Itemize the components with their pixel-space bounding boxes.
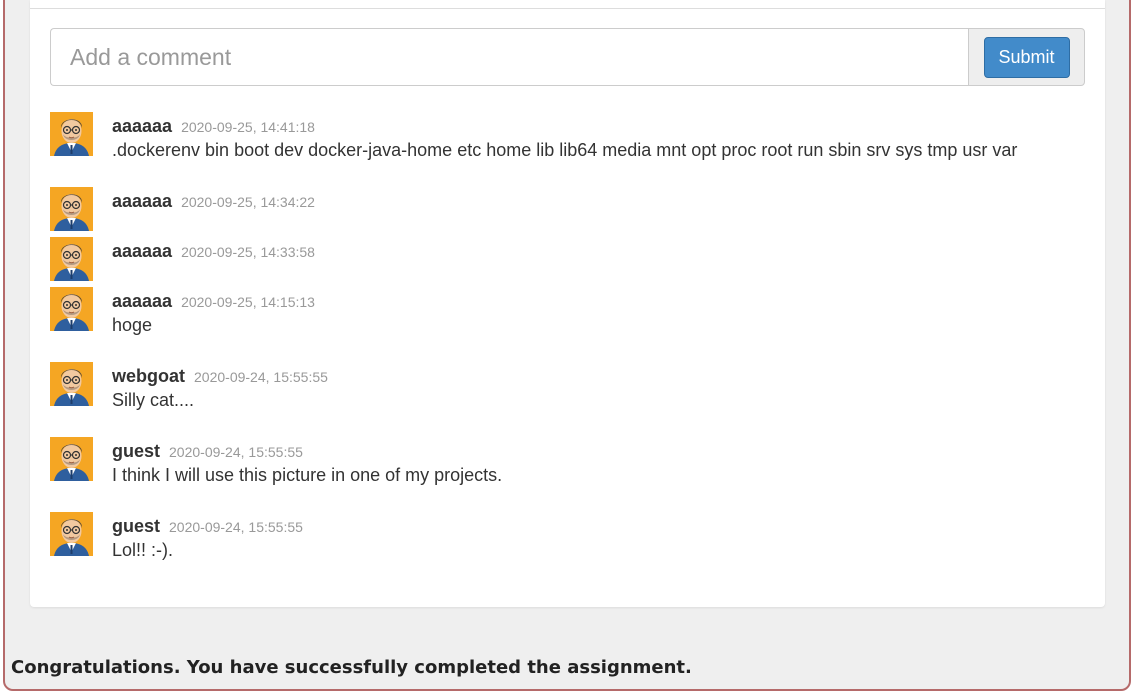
comment-user: aaaaaa — [112, 291, 173, 311]
comment-header: aaaaaa 2020-09-25, 14:41:18 — [112, 116, 315, 137]
avatar-icon — [50, 112, 93, 156]
comment-header: aaaaaa 2020-09-25, 14:34:22 — [112, 191, 315, 212]
comment-text: I think I will use this picture in one o… — [112, 465, 503, 485]
comment-time: 2020-09-25, 14:34:22 — [181, 194, 315, 210]
comment-time: 2020-09-24, 15:55:55 — [194, 369, 328, 385]
avatar-icon — [50, 437, 93, 481]
comment-time: 2020-09-25, 14:15:13 — [181, 294, 315, 310]
panel-divider — [30, 8, 1105, 9]
comment-header: aaaaaa 2020-09-25, 14:33:58 — [112, 241, 315, 262]
comment-text: Lol!! :-). — [112, 540, 174, 560]
comment-header: guest 2020-09-24, 15:55:55 — [112, 441, 303, 462]
comment-user: aaaaaa — [112, 241, 173, 261]
comment-header: guest 2020-09-24, 15:55:55 — [112, 516, 303, 537]
avatar-icon — [50, 187, 93, 231]
avatar-icon — [50, 512, 93, 556]
comment-time: 2020-09-24, 15:55:55 — [169, 519, 303, 535]
comment-form: Submit — [50, 28, 1085, 86]
comment-header: webgoat 2020-09-24, 15:55:55 — [112, 366, 328, 387]
avatar-icon — [50, 237, 93, 281]
comment-text: Silly cat.... — [112, 390, 195, 410]
feedback-message: Congratulations. You have successfully c… — [11, 657, 692, 678]
comment-time: 2020-09-25, 14:41:18 — [181, 119, 315, 135]
comment-user: guest — [112, 516, 161, 536]
comment-time: 2020-09-24, 15:55:55 — [169, 444, 303, 460]
comment-text: .dockerenv bin boot dev docker-java-home… — [112, 140, 1018, 160]
comment-user: guest — [112, 441, 161, 461]
comment-user: aaaaaa — [112, 191, 173, 211]
submit-addon: Submit — [968, 28, 1085, 86]
submit-button[interactable]: Submit — [983, 36, 1070, 78]
comment-header: aaaaaa 2020-09-25, 14:15:13 — [112, 291, 315, 312]
comment-user: webgoat — [112, 366, 186, 386]
comments-panel: Submit aaaaaa 2020-09-25, 14:41:18 .docke… — [30, 0, 1105, 607]
avatar-icon — [50, 287, 93, 331]
comment-text: hoge — [112, 315, 153, 335]
comment-user: aaaaaa — [112, 116, 173, 136]
comment-input[interactable] — [50, 28, 968, 86]
avatar-icon — [50, 362, 93, 406]
comment-time: 2020-09-25, 14:33:58 — [181, 244, 315, 260]
